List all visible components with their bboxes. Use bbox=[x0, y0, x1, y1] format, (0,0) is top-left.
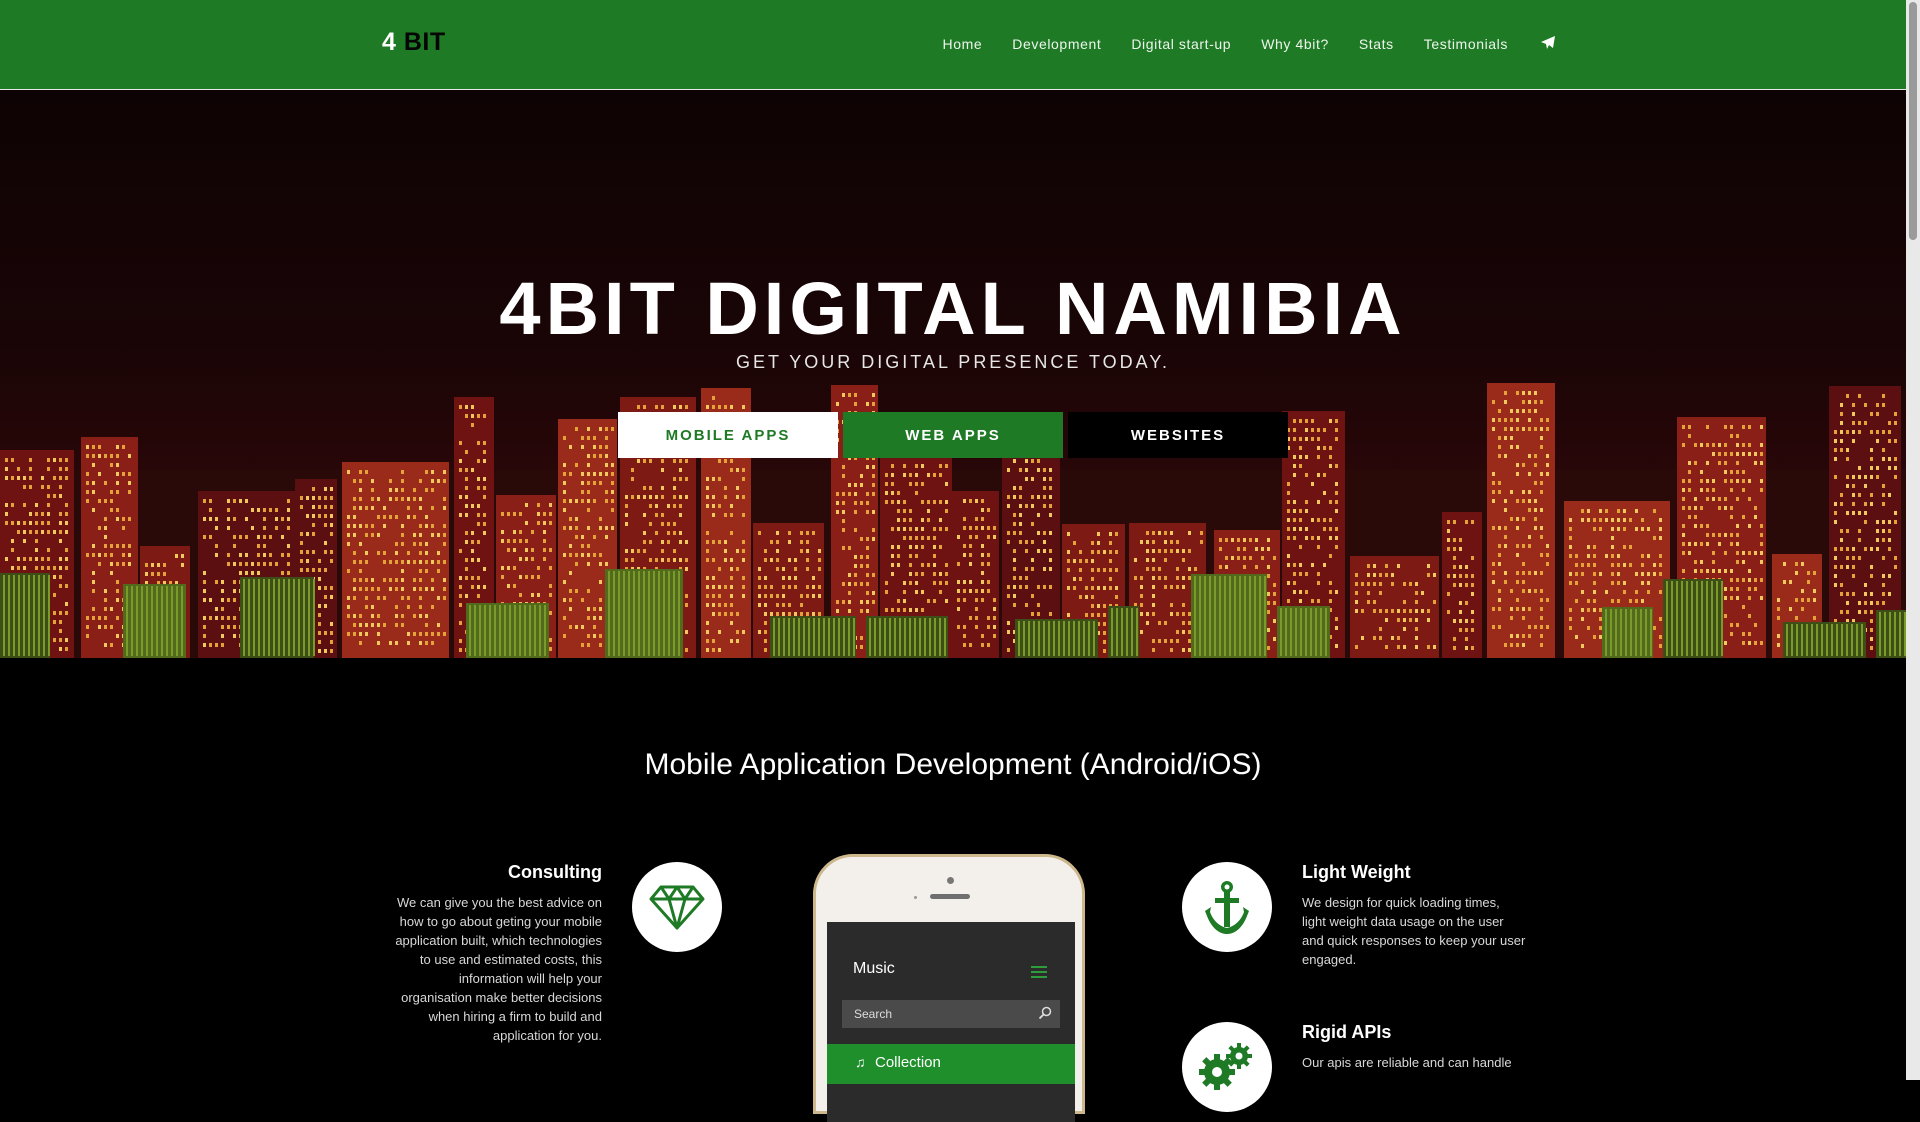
nav-digital-startup[interactable]: Digital start-up bbox=[1131, 36, 1231, 54]
phone-sensor bbox=[914, 896, 917, 899]
feature-consulting: Consulting We can give you the best advi… bbox=[388, 862, 602, 1045]
navbar: 4 BIT Home Development Digital start-up … bbox=[0, 0, 1906, 90]
collection-label: Collection bbox=[875, 1054, 941, 1071]
feature-title: Consulting bbox=[508, 862, 602, 882]
brand-suffix: BIT bbox=[403, 28, 446, 56]
collection-item: ♫ Collection bbox=[827, 1044, 1075, 1084]
search-icon bbox=[1038, 1006, 1052, 1020]
paper-plane-icon bbox=[1541, 36, 1555, 49]
nav-why-4bit[interactable]: Why 4bit? bbox=[1261, 36, 1329, 54]
gears-icon-circle bbox=[1182, 1022, 1272, 1112]
scrollbar-thumb[interactable] bbox=[1909, 2, 1917, 240]
city-skyline-image bbox=[0, 383, 1906, 658]
nav-home[interactable]: Home bbox=[943, 36, 983, 54]
websites-button[interactable]: WEBSITES bbox=[1068, 412, 1288, 458]
phone-speaker bbox=[930, 894, 970, 899]
page-scrollbar[interactable] bbox=[1906, 0, 1920, 1080]
nav-stats[interactable]: Stats bbox=[1359, 36, 1394, 54]
brand-prefix: 4 bbox=[382, 28, 397, 56]
gears-icon bbox=[1199, 1043, 1252, 1090]
feature-title: Rigid APIs bbox=[1302, 1022, 1392, 1042]
feature-text: We can give you the best advice on how t… bbox=[395, 895, 602, 1043]
hero-buttons: MOBILE APPS WEB APPS WEBSITES bbox=[618, 412, 1288, 458]
hamburger-menu-icon bbox=[1031, 966, 1047, 981]
diamond-icon-circle bbox=[632, 862, 722, 952]
music-note-icon: ♫ bbox=[855, 1054, 866, 1070]
web-apps-button[interactable]: WEB APPS bbox=[843, 412, 1063, 458]
nav-menu: Home Development Digital start-up Why 4b… bbox=[943, 36, 1557, 54]
section-title: Mobile Application Development (Android/… bbox=[644, 748, 1262, 781]
anchor-icon bbox=[1205, 881, 1249, 934]
feature-light-weight: Light Weight We design for quick loading… bbox=[1302, 862, 1527, 969]
nav-development[interactable]: Development bbox=[1012, 36, 1101, 54]
feature-title: Light Weight bbox=[1302, 862, 1411, 882]
nav-contact[interactable] bbox=[1538, 36, 1556, 54]
hero-section: 4BIT DIGITAL NAMIBIA GET YOUR DIGITAL PR… bbox=[0, 90, 1906, 658]
app-search-input: Search bbox=[842, 1000, 1060, 1028]
mobile-apps-button[interactable]: MOBILE APPS bbox=[618, 412, 838, 458]
search-placeholder: Search bbox=[854, 1007, 893, 1021]
phone-mockup: Music Search ♫ Collection bbox=[813, 854, 1085, 1122]
feature-text: Our apis are reliable and can handle bbox=[1302, 1055, 1512, 1070]
phone-camera bbox=[947, 877, 954, 884]
hero-subtitle: GET YOUR DIGITAL PRESENCE TODAY. bbox=[735, 352, 1171, 372]
diamond-icon bbox=[649, 885, 705, 930]
phone-screen: Music Search ♫ Collection bbox=[827, 922, 1075, 1122]
feature-text: We design for quick loading times, light… bbox=[1302, 895, 1526, 967]
anchor-icon-circle bbox=[1182, 862, 1272, 952]
brand-logo[interactable]: 4 BIT bbox=[382, 28, 446, 57]
app-title: Music bbox=[853, 960, 895, 977]
feature-rigid-apis: Rigid APIs Our apis are reliable and can… bbox=[1302, 1022, 1527, 1072]
hero-title: 4BIT DIGITAL NAMIBIA bbox=[499, 267, 1407, 350]
nav-testimonials[interactable]: Testimonials bbox=[1424, 36, 1508, 54]
